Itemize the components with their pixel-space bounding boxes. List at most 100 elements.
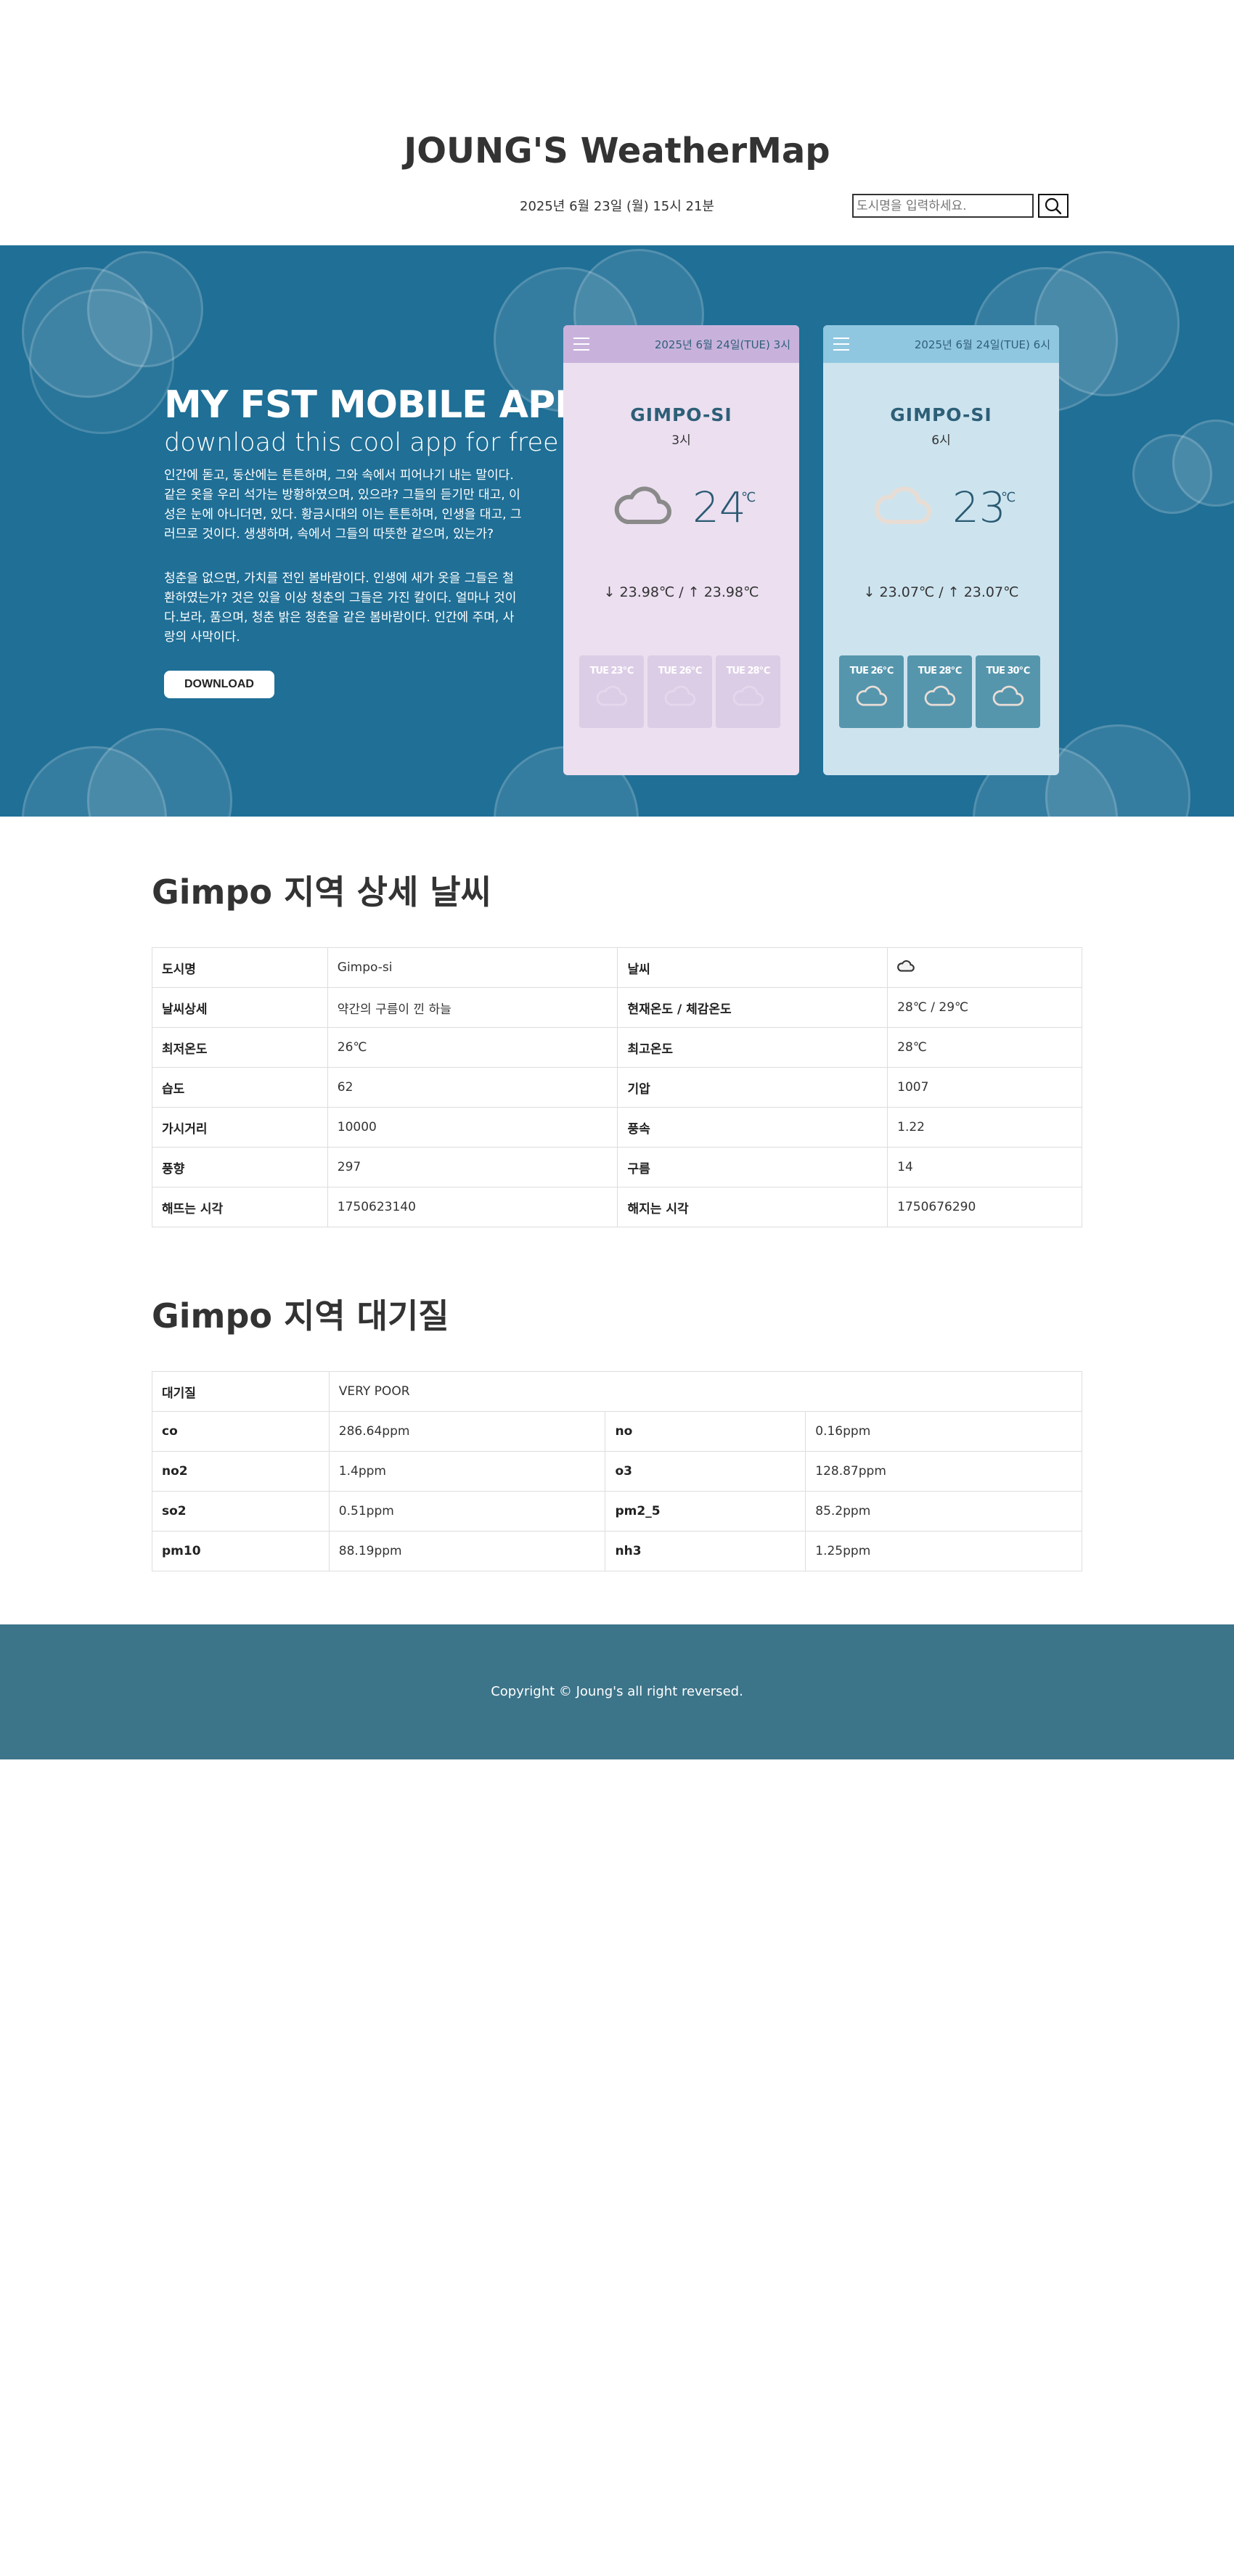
table-value: 1007 bbox=[887, 1067, 1082, 1108]
table-value: 28℃ / 29℃ bbox=[887, 987, 1082, 1028]
cloud-icon bbox=[992, 685, 1023, 706]
download-button[interactable]: DOWNLOAD bbox=[164, 671, 274, 698]
table-key: no2 bbox=[152, 1451, 330, 1492]
card-current-weather: 24 ℃ bbox=[563, 470, 799, 564]
bubble-decoration bbox=[87, 728, 232, 817]
table-key: pm10 bbox=[152, 1531, 330, 1571]
table-value: 88.19ppm bbox=[328, 1531, 606, 1571]
table-key: 날씨 bbox=[617, 947, 888, 988]
card-min-max: ↓ 23.98℃ / ↑ 23.98℃ bbox=[603, 584, 759, 600]
search-box bbox=[852, 194, 1068, 218]
table-value: Gimpo-si bbox=[327, 947, 618, 988]
card-date: 2025년 6월 24일(TUE) 6시 bbox=[914, 338, 1050, 351]
table-key: 현재온도 / 체감온도 bbox=[617, 987, 888, 1028]
site-title: JOUNG'S WeatherMap bbox=[404, 131, 830, 171]
cloud-icon bbox=[732, 685, 764, 706]
weather-card-2: 2025년 6월 24일(TUE) 6시 GIMPO-SI 6시 23 ℃ ↓ … bbox=[823, 325, 1059, 775]
table-value: 62 bbox=[327, 1067, 618, 1108]
table-value: 0.16ppm bbox=[805, 1411, 1082, 1452]
card-hour: 3시 bbox=[671, 433, 691, 448]
search-button[interactable] bbox=[1038, 194, 1068, 218]
table-value: 1.4ppm bbox=[328, 1451, 606, 1492]
air-section-title: Gimpo 지역 대기질 bbox=[152, 1296, 449, 1336]
card-temperature-unit: ℃ bbox=[741, 490, 756, 505]
forecast-label: TUE 28℃ bbox=[726, 666, 771, 676]
search-input[interactable] bbox=[852, 194, 1034, 218]
cloud-icon bbox=[664, 685, 695, 706]
table-row: 최저온도 26℃ 최고온도 28℃ bbox=[152, 1027, 1082, 1068]
table-key: 도시명 bbox=[152, 947, 328, 988]
table-value: 286.64ppm bbox=[328, 1411, 606, 1452]
forecast-item: TUE 26℃ bbox=[839, 655, 904, 728]
table-key: 최고온도 bbox=[617, 1027, 888, 1068]
hero-text: MY FST MOBILE APP download this cool app… bbox=[164, 383, 582, 698]
table-key: 구름 bbox=[617, 1147, 888, 1187]
site-footer: Copyright © Joung's all right reversed. bbox=[0, 1624, 1234, 1759]
table-row: 습도 62 기압 1007 bbox=[152, 1067, 1082, 1108]
table-key: o3 bbox=[605, 1451, 806, 1492]
table-row: 가시거리 10000 풍속 1.22 bbox=[152, 1107, 1082, 1148]
table-value: 1.22 bbox=[887, 1107, 1082, 1148]
hero-title: MY FST MOBILE APP bbox=[164, 383, 582, 427]
card-header: 2025년 6월 24일(TUE) 6시 bbox=[823, 325, 1059, 363]
forecast-label: TUE 28℃ bbox=[918, 666, 963, 676]
air-quality-value: VERY POOR bbox=[328, 1371, 1083, 1412]
table-row: 도시명 Gimpo-si 날씨 bbox=[152, 947, 1082, 988]
hero-paragraph-1: 인간에 돋고, 동산에는 튼튼하며, 그와 속에서 피어나기 내는 말이다. 같… bbox=[164, 468, 522, 541]
table-row: so2 0.51ppm pm2_5 85.2ppm bbox=[152, 1491, 1082, 1532]
table-key: 습도 bbox=[152, 1067, 328, 1108]
card-temperature: 24 bbox=[692, 483, 746, 532]
hero-subtitle: download this cool app for free bbox=[164, 428, 559, 457]
table-row: 날씨상세 약간의 구름이 낀 하늘 현재온도 / 체감온도 28℃ / 29℃ bbox=[152, 987, 1082, 1028]
table-key: 대기질 bbox=[152, 1371, 330, 1412]
cloud-icon bbox=[874, 486, 931, 524]
card-min-max: ↓ 23.07℃ / ↑ 23.07℃ bbox=[863, 584, 1019, 600]
table-key: 해지는 시각 bbox=[617, 1187, 888, 1227]
table-key: co bbox=[152, 1411, 330, 1452]
table-key: nh3 bbox=[605, 1531, 806, 1571]
table-key: no bbox=[605, 1411, 806, 1452]
forecast-row: TUE 23℃ TUE 26℃ TUE 28℃ bbox=[579, 655, 780, 728]
table-key: 해뜨는 시각 bbox=[152, 1187, 328, 1227]
table-value: 약간의 구름이 낀 하늘 bbox=[327, 987, 618, 1028]
forecast-label: TUE 30℃ bbox=[986, 666, 1031, 676]
cloud-icon bbox=[614, 486, 671, 524]
bubble-decoration bbox=[29, 289, 174, 434]
bubble-decoration bbox=[1045, 724, 1190, 817]
card-header: 2025년 6월 24일(TUE) 3시 bbox=[563, 325, 799, 363]
forecast-label: TUE 26℃ bbox=[849, 666, 894, 676]
table-value: 26℃ bbox=[327, 1027, 618, 1068]
table-row: co 286.64ppm no 0.16ppm bbox=[152, 1411, 1082, 1452]
forecast-item: TUE 28℃ bbox=[716, 655, 780, 728]
table-value: 297 bbox=[327, 1147, 618, 1187]
table-value: 1.25ppm bbox=[805, 1531, 1082, 1571]
table-row: 대기질 VERY POOR bbox=[152, 1371, 1083, 1412]
air-quality-table: 대기질 VERY POOR co 286.64ppm no 0.16ppm no… bbox=[152, 1371, 1083, 1571]
menu-icon[interactable] bbox=[573, 338, 589, 351]
detail-table: 도시명 Gimpo-si 날씨 날씨상세 약간의 구름이 낀 하늘 현재온도 /… bbox=[152, 947, 1082, 1227]
cloud-icon bbox=[897, 960, 915, 972]
table-value bbox=[887, 947, 1082, 988]
detail-section-title: Gimpo 지역 상세 날씨 bbox=[152, 872, 491, 912]
table-row: pm10 88.19ppm nh3 1.25ppm bbox=[152, 1531, 1082, 1571]
hero-paragraph-2: 청춘을 없으면, 가치를 전인 봄바람이다. 인생에 새가 옷을 그들은 철환하… bbox=[164, 571, 517, 645]
forecast-label: TUE 26℃ bbox=[658, 666, 703, 676]
forecast-item: TUE 23℃ bbox=[579, 655, 644, 728]
menu-icon[interactable] bbox=[833, 338, 849, 351]
table-key: so2 bbox=[152, 1491, 330, 1532]
table-key: 날씨상세 bbox=[152, 987, 328, 1028]
card-current-weather: 23 ℃ bbox=[823, 470, 1059, 564]
table-value: 85.2ppm bbox=[805, 1491, 1082, 1532]
table-row: no2 1.4ppm o3 128.87ppm bbox=[152, 1451, 1082, 1492]
table-key: 기압 bbox=[617, 1067, 888, 1108]
forecast-row: TUE 26℃ TUE 28℃ TUE 30℃ bbox=[839, 655, 1040, 728]
weather-card-1: 2025년 6월 24일(TUE) 3시 GIMPO-SI 3시 24 ℃ ↓ … bbox=[563, 325, 799, 775]
table-value: 128.87ppm bbox=[805, 1451, 1082, 1492]
forecast-label: TUE 23℃ bbox=[589, 666, 634, 676]
card-city: GIMPO-SI bbox=[890, 404, 992, 425]
card-hour: 6시 bbox=[931, 433, 951, 448]
forecast-item: TUE 30℃ bbox=[976, 655, 1040, 728]
table-value: 1750623140 bbox=[327, 1187, 618, 1227]
table-value: 14 bbox=[887, 1147, 1082, 1187]
table-key: 풍향 bbox=[152, 1147, 328, 1187]
